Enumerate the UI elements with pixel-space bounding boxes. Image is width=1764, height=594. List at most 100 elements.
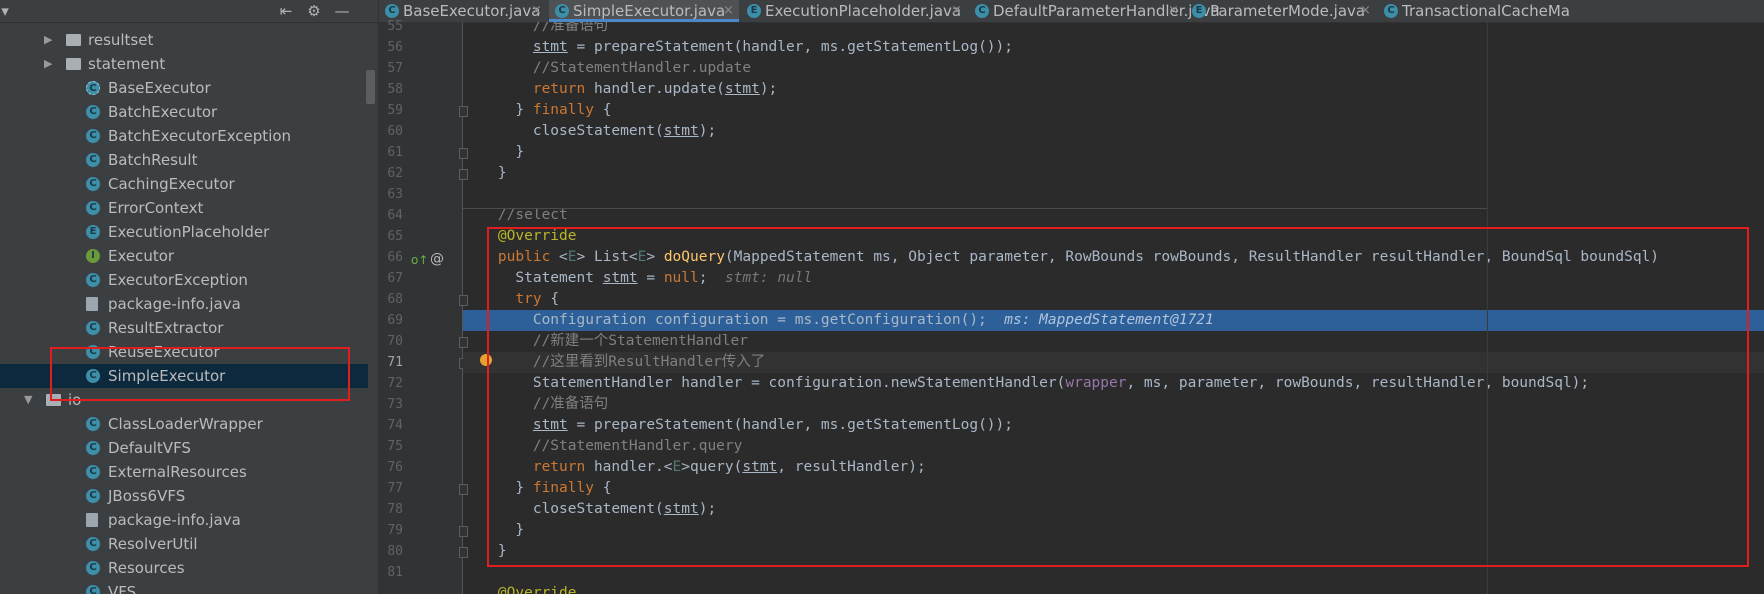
tree-item[interactable]: ▶ statement [0,52,368,76]
project-tree-list: ▶ resultset ▶ statement C BaseExecutor C BatchE… [0,28,368,594]
tree-item[interactable]: package-info.java [0,292,368,316]
tree-item-label: ResolverUtil [108,535,198,553]
code-line-56[interactable]: stmt = prepareStatement(handler, ms.getS… [463,37,1764,58]
tree-item[interactable]: C BatchResult [0,148,368,172]
line-number: 71 [387,355,403,370]
class-icon: C [86,441,100,455]
tree-item-label: Resources [108,559,185,577]
tree-scrollbar[interactable] [366,70,375,104]
expanded-arrow-icon[interactable]: ▼ [24,388,36,412]
class-icon: C [86,417,100,431]
line-number: 67 [387,271,403,286]
tab-close-icon[interactable]: × [1360,0,1371,22]
tree-item-label: statement [88,55,166,73]
interface-icon: I [86,249,100,263]
class-icon: C [1384,4,1398,18]
collapsed-arrow-icon[interactable]: ▶ [44,52,56,76]
tree-item[interactable]: C ResultExtractor [0,316,368,340]
line-number: 72 [387,376,403,391]
editor-tab[interactable]: C DefaultParameterHandler.java × [969,0,1220,22]
class-icon: C [86,537,100,551]
tree-item-label: BaseExecutor [108,79,211,97]
code-line-55[interactable]: //准备语句 [463,22,1764,37]
line-number: 60 [387,124,403,139]
editor-tab[interactable]: C SimpleExecutor.java × [549,0,739,22]
hide-panel-icon[interactable]: — [332,0,352,22]
line-number: 64 [387,208,403,223]
code-line-82[interactable]: @Override [463,583,1764,594]
tree-item-label: package-info.java [108,295,241,313]
tree-item[interactable]: ▶ resultset [0,28,368,52]
tree-item[interactable]: C ExecutorException [0,268,368,292]
tree-item-label: CachingExecutor [108,175,235,193]
tree-item[interactable]: C ClassLoaderWrapper [0,412,368,436]
settings-gear-icon[interactable]: ⚙ [304,0,324,22]
tree-item-label: BatchExecutorException [108,127,292,145]
class-icon: C [555,4,569,18]
class-icon: C [86,489,100,503]
tree-item[interactable]: C JBoss6VFS [0,484,368,508]
class-icon: C [86,129,100,143]
class-icon: C [86,321,100,335]
tree-item[interactable]: C CachingExecutor [0,172,368,196]
tree-item-label: DefaultVFS [108,439,191,457]
tree-item[interactable]: C DefaultVFS [0,436,368,460]
code-line-60[interactable]: closeStatement(stmt); [463,121,1764,142]
code-line-62[interactable]: } [463,163,1764,184]
tree-item[interactable]: I Executor [0,244,368,268]
tree-item[interactable]: C Resources [0,556,368,580]
editor-tab[interactable]: E ExecutionPlaceholder.java × [741,0,967,22]
line-number: 66 [387,250,403,265]
tree-item-label: ExecutorException [108,271,248,289]
enum-icon: E [747,4,761,18]
tree-item-label: ExecutionPlaceholder [108,223,270,241]
tree-item[interactable]: C BatchExecutorException [0,124,368,148]
line-number: 58 [387,82,403,97]
code-line-63[interactable] [463,184,1764,205]
editor-tab[interactable]: E ParameterMode.java × [1186,0,1376,22]
tab-close-icon[interactable]: × [531,0,542,22]
class-icon: C [86,153,100,167]
collapse-all-icon[interactable]: ⇤ [276,0,296,22]
line-number: 65 [387,229,403,244]
tree-item[interactable]: C VFS [0,580,368,594]
tree-item[interactable]: E ExecutionPlaceholder [0,220,368,244]
tree-item[interactable]: C ResolverUtil [0,532,368,556]
editor-tab[interactable]: C BaseExecutor.java × [379,0,547,22]
override-method-icon[interactable]: o↑ [411,253,428,267]
tree-item-label: ErrorContext [108,199,204,217]
project-tree-panel: ▾ ⇤ ⚙ — ▶ resultset ▶ statement C BaseExecuto… [0,0,379,594]
line-number: 55 [387,19,403,34]
exception-icon: C [86,273,100,287]
tree-item[interactable]: package-info.java [0,508,368,532]
annotation-at-icon: @ [430,251,444,267]
tree-item-label: BatchExecutor [108,103,218,121]
code-line-61[interactable]: } [463,142,1764,163]
tree-item-label: resultset [88,31,154,49]
tree-item[interactable]: C BatchExecutor [0,100,368,124]
line-number: 62 [387,166,403,181]
line-number: 76 [387,460,403,475]
tree-item-label: package-info.java [108,511,241,529]
tab-close-icon[interactable]: × [951,0,962,22]
line-number-gutter: 55 56 57 58 59 60 61 62 63 64 65 66 67 68 69 70 71 72 73 74… [379,19,468,594]
tree-item-label: ExternalResources [108,463,247,481]
dropdown-icon[interactable]: ▾ [0,0,10,22]
collapsed-arrow-icon[interactable]: ▶ [44,28,56,52]
tab-close-icon[interactable]: × [1168,0,1179,22]
tree-item[interactable]: C ExternalResources [0,460,368,484]
tree-toolbar: ▾ ⇤ ⚙ — [0,0,378,23]
class-icon: C [86,465,100,479]
code-line-59[interactable]: } finally { [463,100,1764,121]
tree-item[interactable]: C BaseExecutor [0,76,368,100]
editor-tab[interactable]: C TransactionalCacheMa [1378,0,1608,22]
tab-close-icon[interactable]: × [723,0,734,22]
tree-item[interactable]: C ErrorContext [0,196,368,220]
code-line-57[interactable]: //StatementHandler.update [463,58,1764,79]
line-number: 68 [387,292,403,307]
annotation-box-doquery-method [487,227,1749,567]
code-line-58[interactable]: return handler.update(stmt); [463,79,1764,100]
line-number: 81 [387,565,403,580]
tab-label: BaseExecutor.java [403,2,541,20]
enum-icon: E [1192,4,1206,18]
